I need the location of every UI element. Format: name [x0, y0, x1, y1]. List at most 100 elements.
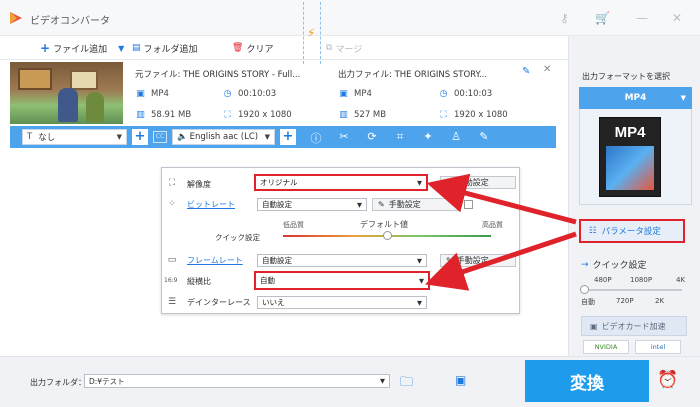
edit-name-icon[interactable]: ✎ [522, 66, 530, 77]
output-folder-select[interactable]: D:¥テスト ▼ [84, 374, 390, 388]
effects-icon[interactable]: ✦ [421, 130, 435, 143]
scissors-icon[interactable]: ✂ [337, 130, 351, 143]
quick-label-4k: 4K [676, 276, 686, 284]
default-value-label: デフォルト値 [360, 220, 408, 229]
watermark-icon[interactable]: ♙ [449, 130, 463, 143]
chevron-down-icon: ▼ [417, 178, 422, 187]
crop-icon[interactable]: ⌗ [393, 130, 407, 144]
bitrate-icon: ⁘ [168, 199, 176, 209]
framerate-icon: ▭ [167, 255, 177, 265]
high-quality-label: 高品質 [482, 221, 503, 229]
output-file-name: 出力ファイル: THE ORIGINS STORY... [338, 70, 488, 80]
output-folder-label: 出力フォルダ： [30, 378, 86, 387]
lightning-icon: ⚡ [307, 26, 316, 40]
low-quality-label: 低品質 [283, 221, 304, 229]
output-size: ▥ 527 MB [339, 110, 387, 120]
text-icon: T [27, 132, 33, 142]
cc-icon[interactable]: CC [153, 131, 167, 143]
quick-label-720p: 720P [616, 297, 634, 305]
resolution-icon: ⛶ [168, 178, 176, 188]
clock-icon: ◷ [439, 89, 448, 99]
pencil-icon: ✎ [378, 200, 385, 209]
pencil-icon: ✎ [446, 178, 453, 187]
edit-pen-icon[interactable]: ✎ [477, 130, 491, 143]
bitrate-checkbox[interactable] [464, 200, 473, 209]
source-format: ▣ MP4 [136, 89, 169, 99]
audio-track-select[interactable]: 🔈 English aac (LC) ▼ [172, 129, 275, 145]
quick-label-2k: 2K [655, 297, 665, 305]
resolution-select[interactable]: オリジナル ▼ [254, 174, 428, 191]
merge-button[interactable]: ⧉ マージ [326, 41, 362, 55]
app-logo-icon [10, 12, 22, 24]
output-duration: ◷ 00:10:03 [439, 89, 493, 99]
resolution-icon: ⛶ [224, 110, 231, 120]
chevron-down-icon: ▼ [264, 133, 270, 141]
clear-button[interactable]: 🗑 クリア [232, 41, 273, 55]
bitrate-select[interactable]: 自動設定 ▼ [257, 198, 367, 211]
key-icon[interactable]: ⚷ [560, 11, 569, 25]
remove-file-icon[interactable]: ✕ [543, 64, 551, 75]
file-size-icon: ▥ [136, 110, 145, 120]
aspect-ratio-label: 縦横比 [187, 277, 211, 286]
chevron-down-icon: ▼ [680, 94, 686, 102]
quick-settings-slider[interactable] [582, 289, 682, 291]
resolution-label: 解像度 [187, 180, 211, 189]
merge-icon: ⧉ [326, 43, 333, 53]
quick-setting-label: クイック設定 [215, 233, 260, 242]
source-file-name: 元ファイル: THE ORIGINS STORY - Full... [135, 70, 301, 80]
source-resolution: ⛶ 1920 x 1080 [222, 110, 291, 120]
quick-label-1080p: 1080P [630, 276, 653, 284]
file-size-icon: ▥ [339, 110, 348, 120]
quick-settings-handle[interactable] [580, 285, 589, 294]
source-size: ▥ 58.91 MB [136, 110, 192, 120]
chevron-down-icon[interactable]: ▼ [118, 44, 124, 53]
gpu-acceleration-button[interactable]: ▣ ビデオカード加速 [581, 316, 687, 336]
folder-plus-icon: ▤ [132, 43, 141, 53]
add-folder-button[interactable]: ▤ フォルダ追加 [132, 41, 198, 55]
cart-icon[interactable]: 🛒 [595, 11, 610, 25]
chevron-down-icon: ▼ [417, 256, 422, 265]
bitrate-manual-button[interactable]: ✎ 手動設定 [372, 198, 458, 211]
format-dropdown[interactable]: MP4 ▼ [579, 87, 692, 109]
sliders-icon: ☷ [589, 226, 597, 236]
video-thumbnail[interactable] [10, 62, 123, 124]
parameter-settings-button[interactable]: ☷ パラメータ設定 [579, 219, 685, 243]
chevron-down-icon: ▼ [116, 133, 122, 141]
quality-slider-handle[interactable] [383, 231, 392, 240]
aspect-ratio-icon: 16:9 [164, 277, 178, 284]
close-icon[interactable]: ✕ [672, 11, 682, 25]
chip-icon: ▣ [590, 321, 598, 331]
open-folder-icon[interactable]: ▣ [455, 373, 466, 387]
info-icon[interactable]: ⓘ [309, 130, 323, 146]
select-format-title: 出力フォーマットを選択 [582, 72, 670, 81]
chevron-down-icon: ▼ [417, 298, 422, 307]
subtitle-select[interactable]: T なし ▼ [22, 129, 127, 145]
deinterlace-icon: ☰ [167, 297, 177, 307]
add-audio-button[interactable]: + [280, 129, 296, 145]
quick-label-auto: 自動 [581, 298, 595, 306]
deinterlace-select[interactable]: いいえ ▼ [257, 296, 427, 309]
output-format: ▣ MP4 [339, 89, 372, 99]
convert-button[interactable]: 変換 [525, 360, 649, 402]
intel-badge: intel [635, 340, 681, 354]
resolution-icon: ⛶ [440, 110, 447, 120]
aspect-ratio-select[interactable]: 自動 ▼ [254, 271, 430, 290]
film-icon: ▣ [136, 89, 145, 99]
resolution-manual-button[interactable]: ✎ 手動設定 [440, 176, 516, 189]
rotate-icon[interactable]: ⟳ [365, 130, 379, 143]
add-file-button[interactable]: + ファイル追加 ▼ [40, 41, 124, 55]
framerate-select[interactable]: 自動設定 ▼ [257, 254, 427, 267]
minimize-icon[interactable]: — [636, 11, 648, 25]
output-resolution: ⛶ 1920 x 1080 [438, 110, 507, 120]
add-subtitle-button[interactable]: + [132, 129, 148, 145]
deinterlace-label: デインターレース [187, 298, 251, 307]
chevron-down-icon: ▼ [419, 276, 424, 285]
alarm-clock-icon[interactable]: ⏰ [657, 370, 678, 390]
framerate-manual-button[interactable]: ✎ 手動設定 [440, 254, 516, 267]
folder-icon[interactable]: 🗀 [400, 373, 413, 395]
clock-icon: ◷ [223, 89, 232, 99]
mp4-format-icon: MP4 [599, 117, 661, 197]
chevron-down-icon: ▼ [380, 377, 385, 385]
trash-icon: 🗑 [232, 43, 244, 53]
framerate-label: フレームレート [187, 256, 243, 265]
